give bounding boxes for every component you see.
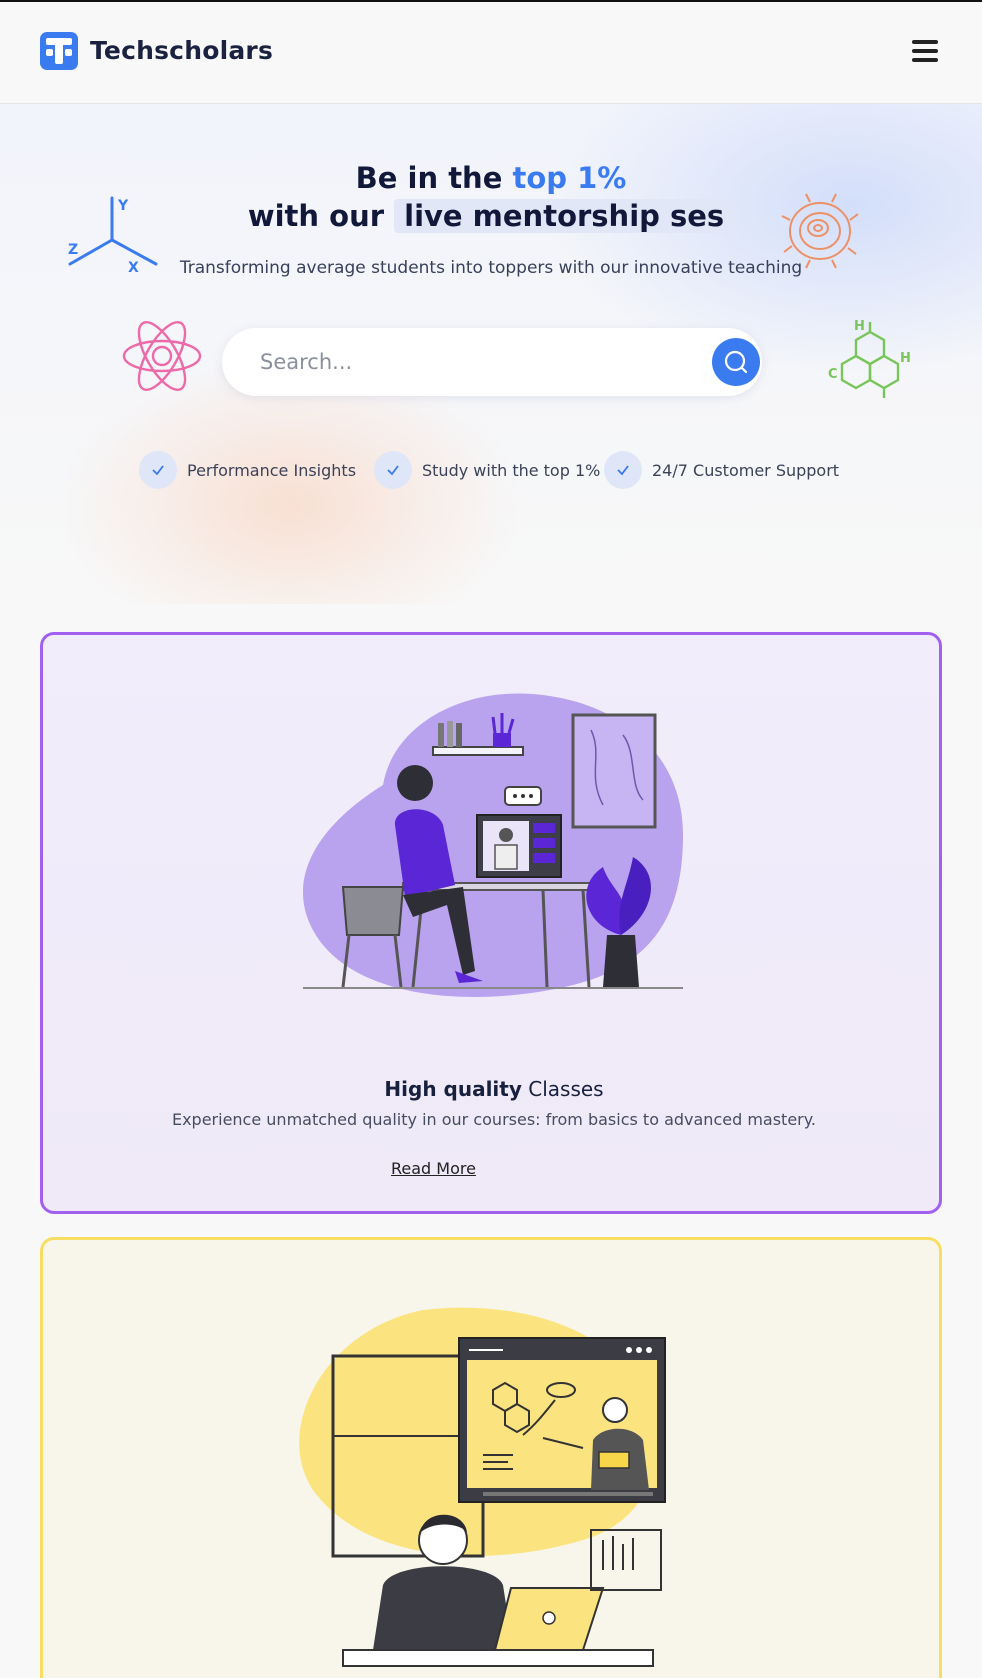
search-input[interactable] — [260, 346, 680, 378]
feature-item: Performance Insights — [139, 450, 356, 490]
feature-label: Study with the top 1% — [422, 460, 601, 480]
headline-highlight: live mentorship ses — [394, 199, 735, 233]
feature-card-teacher — [40, 1237, 942, 1678]
online-class-illustration — [303, 693, 683, 997]
techscholars-logo-icon[interactable] — [40, 32, 78, 70]
check-icon — [374, 451, 412, 489]
svg-text:Z: Z — [68, 242, 78, 258]
molecule-icon: H H C — [828, 319, 911, 398]
feature-item: Study with the top 1% — [374, 450, 600, 490]
search-bar — [222, 328, 762, 396]
hero-headline: Be in the top 1% with our live mentorshi… — [0, 159, 982, 235]
hero-section: Y X Z Be in the top 1% with our live men… — [0, 104, 982, 604]
svg-text:H: H — [854, 319, 865, 334]
headline-line2: with our live mentorship ses — [0, 197, 982, 235]
headline-prefix: Be in the — [355, 161, 513, 195]
search-icon — [724, 350, 748, 374]
headline-line1: Be in the top 1% — [0, 159, 982, 197]
feature-list: Performance Insights Study with the top … — [0, 450, 982, 490]
feature-item: 24/7 Customer Support — [604, 450, 839, 490]
check-icon — [139, 451, 177, 489]
feature-label: Performance Insights — [187, 460, 357, 480]
brand-name[interactable]: Techscholars — [90, 36, 273, 65]
card-title-rest: Classes — [521, 1077, 604, 1101]
check-icon — [604, 451, 642, 489]
read-more-link[interactable]: Read More — [391, 1159, 476, 1178]
teacher-board-illustration — [299, 1307, 666, 1667]
search-button[interactable] — [712, 338, 760, 386]
feature-label: 24/7 Customer Support — [652, 460, 840, 480]
card-title-bold: High quality — [384, 1077, 522, 1101]
site-header: Techscholars — [0, 2, 982, 104]
headline-line2-prefix: with our — [247, 199, 395, 233]
headline-accent: top 1% — [512, 161, 627, 195]
feature-card-high-quality: High quality Classes Experience unmatche… — [40, 632, 942, 1214]
svg-text:C: C — [828, 367, 838, 382]
svg-text:H: H — [900, 351, 911, 366]
card-description: Experience unmatched quality in our cour… — [171, 1110, 817, 1129]
hero-subtitle: Transforming average students into toppe… — [179, 258, 803, 278]
hamburger-menu-icon[interactable] — [912, 40, 946, 66]
card-title: High quality Classes — [43, 1077, 939, 1101]
atom-icon — [122, 321, 202, 391]
